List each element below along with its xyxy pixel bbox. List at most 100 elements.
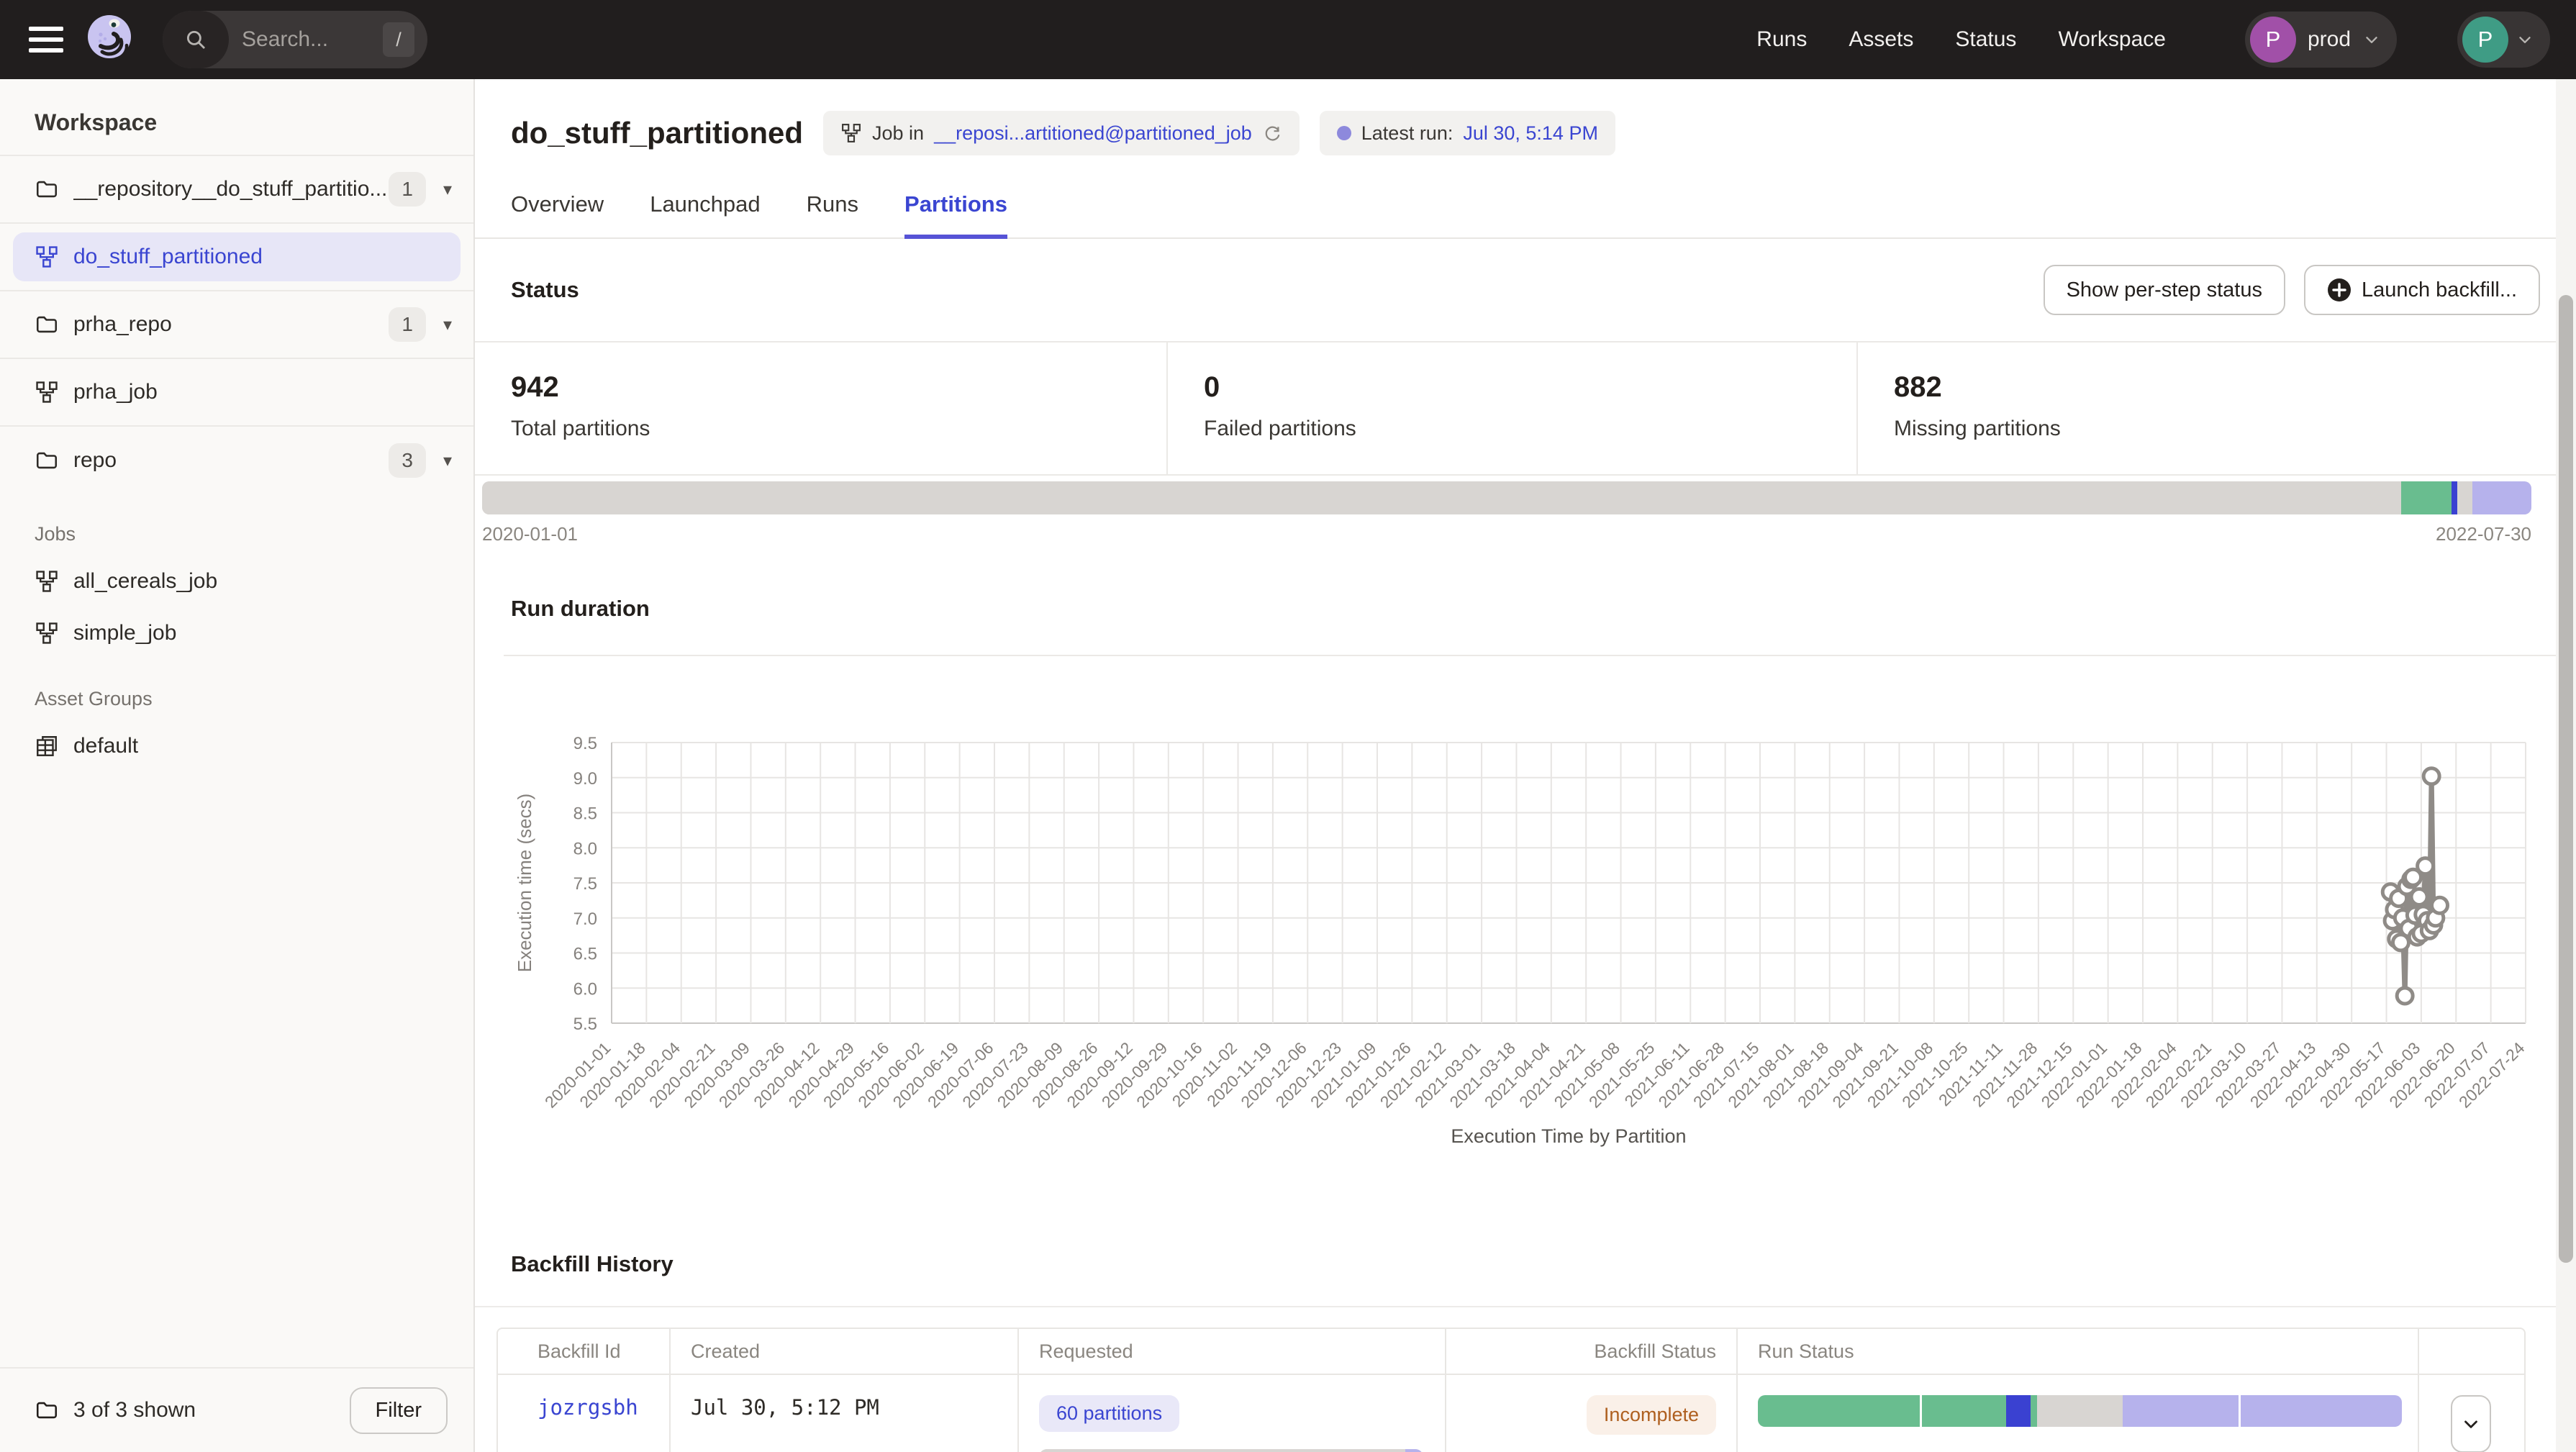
expand-row-button[interactable] bbox=[2451, 1395, 2491, 1452]
vertical-scrollbar[interactable] bbox=[2556, 79, 2576, 1452]
global-search: / bbox=[163, 11, 427, 68]
requested-range-bar bbox=[1039, 1449, 1423, 1452]
sidebar-item-default-group[interactable]: default bbox=[0, 720, 473, 772]
col-backfill-status: Backfill Status bbox=[1446, 1329, 1738, 1374]
col-actions bbox=[2419, 1329, 2524, 1374]
deployment-switcher[interactable]: P prod bbox=[2245, 12, 2397, 68]
chevron-down-icon bbox=[2460, 1413, 2482, 1435]
filter-button[interactable]: Filter bbox=[350, 1387, 448, 1434]
latest-run-link[interactable]: Jul 30, 5:14 PM bbox=[1463, 122, 1598, 145]
top-bar: / Runs Assets Status Workspace P prod P bbox=[0, 0, 2576, 79]
stat-label: Missing partitions bbox=[1894, 417, 2576, 441]
jobs-section-label: Jobs bbox=[0, 494, 473, 555]
sidebar-item-label: prha_job bbox=[73, 380, 158, 404]
caret-down-icon[interactable]: ▾ bbox=[443, 314, 452, 335]
nav-runs[interactable]: Runs bbox=[1756, 27, 1807, 52]
top-nav: Runs Assets Status Workspace P prod P bbox=[1756, 12, 2576, 68]
caret-down-icon[interactable]: ▾ bbox=[443, 179, 452, 200]
run-status-dot bbox=[1337, 126, 1351, 140]
refresh-icon[interactable] bbox=[1262, 123, 1282, 143]
table-row: jozrgsbh Jul 30, 5:12 PM 60 partitions 2… bbox=[498, 1374, 2524, 1452]
item-count-badge: 1 bbox=[389, 307, 426, 342]
launch-backfill-button[interactable]: Launch backfill... bbox=[2304, 265, 2540, 315]
nav-workspace[interactable]: Workspace bbox=[2058, 27, 2166, 52]
backfill-id-link[interactable]: jozrgsbh bbox=[498, 1375, 671, 1452]
stat-failed-partitions: 0 Failed partitions bbox=[1168, 342, 1858, 474]
stat-total-partitions: 942 Total partitions bbox=[475, 342, 1168, 474]
sidebar-item-do-stuff-partitioned[interactable]: do_stuff_partitioned bbox=[13, 232, 461, 281]
user-avatar: P bbox=[2462, 17, 2508, 63]
backfill-history-table: Backfill Id Created Requested Backfill S… bbox=[496, 1328, 2526, 1452]
svg-text:6.0: 6.0 bbox=[573, 979, 597, 999]
show-per-step-status-button[interactable]: Show per-step status bbox=[2044, 265, 2285, 315]
sidebar-item-label: do_stuff_partitioned bbox=[73, 245, 263, 269]
asset-groups-section-label: Asset Groups bbox=[0, 659, 473, 720]
latest-run-label: Latest run: bbox=[1361, 122, 1453, 145]
plus-circle-icon bbox=[2327, 278, 2351, 302]
stat-value: 0 bbox=[1204, 371, 1856, 404]
search-input[interactable] bbox=[229, 27, 383, 52]
svg-text:Execution time (secs): Execution time (secs) bbox=[514, 794, 535, 973]
sidebar-item-all-cereals-job[interactable]: all_cereals_job bbox=[0, 555, 473, 607]
caret-down-icon[interactable]: ▾ bbox=[443, 450, 452, 471]
run-duration-heading: Run duration bbox=[511, 596, 2576, 622]
shown-count: 3 of 3 shown bbox=[73, 1398, 196, 1422]
job-tag-prefix: Job in bbox=[872, 122, 924, 145]
svg-text:Execution Time by Partition: Execution Time by Partition bbox=[1451, 1125, 1686, 1147]
status-section-header: Status Show per-step status Launch backf… bbox=[475, 239, 2576, 315]
tab-partitions[interactable]: Partitions bbox=[904, 191, 1007, 239]
run-status-bar[interactable] bbox=[1758, 1395, 2402, 1427]
stat-value: 882 bbox=[1894, 371, 2576, 404]
workspace-sidebar: Workspace __repository__do_stuff_partiti… bbox=[0, 79, 475, 1452]
user-menu[interactable]: P bbox=[2457, 12, 2550, 68]
svg-text:9.5: 9.5 bbox=[573, 734, 597, 753]
svg-text:7.0: 7.0 bbox=[573, 909, 597, 929]
svg-text:9.0: 9.0 bbox=[573, 769, 597, 789]
nav-assets[interactable]: Assets bbox=[1849, 27, 1913, 52]
item-count-badge: 1 bbox=[389, 172, 426, 207]
sidebar-item-repository[interactable]: __repository__do_stuff_partitio... 1 ▾ bbox=[0, 156, 473, 224]
table-header-row: Backfill Id Created Requested Backfill S… bbox=[498, 1329, 2524, 1374]
sidebar-item-repo[interactable]: repo 3 ▾ bbox=[0, 427, 473, 494]
partition-status-bar[interactable] bbox=[482, 481, 2531, 514]
asset-group-icon bbox=[35, 734, 59, 758]
run-duration-chart-container: 5.56.06.57.07.58.08.59.09.52020-01-01202… bbox=[489, 656, 2576, 1207]
job-tag-link[interactable]: __reposi...artitioned@partitioned_job bbox=[934, 122, 1252, 145]
folder-icon bbox=[35, 448, 59, 473]
hamburger-menu-icon[interactable] bbox=[29, 27, 63, 53]
sidebar-item-prha-job[interactable]: prha_job bbox=[0, 359, 473, 427]
divider bbox=[475, 1306, 2576, 1307]
stat-label: Total partitions bbox=[511, 417, 1166, 441]
job-icon bbox=[35, 245, 59, 269]
requested-partitions-badge[interactable]: 60 partitions bbox=[1039, 1395, 1179, 1432]
sidebar-item-prha-repo[interactable]: prha_repo 1 ▾ bbox=[0, 291, 473, 359]
svg-text:8.5: 8.5 bbox=[573, 804, 597, 824]
svg-text:8.0: 8.0 bbox=[573, 839, 597, 858]
job-tag: Job in __reposi...artitioned@partitioned… bbox=[823, 111, 1300, 155]
sidebar-item-label: all_cereals_job bbox=[73, 569, 217, 594]
tab-overview[interactable]: Overview bbox=[511, 191, 604, 239]
tab-launchpad[interactable]: Launchpad bbox=[650, 191, 760, 239]
scrollbar-thumb[interactable] bbox=[2559, 295, 2573, 1263]
dagster-app: / Runs Assets Status Workspace P prod P … bbox=[0, 0, 2576, 1452]
chevron-down-icon bbox=[2362, 30, 2381, 49]
folder-icon bbox=[35, 177, 59, 201]
backfill-created: Jul 30, 5:12 PM bbox=[671, 1375, 1019, 1452]
sidebar-item-simple-job[interactable]: simple_job bbox=[0, 607, 473, 659]
run-status-cell bbox=[1738, 1375, 2419, 1452]
tab-runs[interactable]: Runs bbox=[807, 191, 858, 239]
row-actions-cell bbox=[2419, 1375, 2524, 1452]
stat-label: Failed partitions bbox=[1204, 417, 1856, 441]
dagster-logo-icon[interactable] bbox=[83, 12, 138, 67]
svg-text:5.5: 5.5 bbox=[573, 1015, 597, 1034]
col-created: Created bbox=[671, 1329, 1019, 1374]
item-count-badge: 3 bbox=[389, 443, 426, 478]
job-icon bbox=[35, 380, 59, 404]
job-tabs: Overview Launchpad Runs Partitions bbox=[475, 191, 2576, 239]
nav-status[interactable]: Status bbox=[1955, 27, 2016, 52]
stat-missing-partitions: 882 Missing partitions bbox=[1858, 342, 2576, 474]
deployment-avatar: P bbox=[2250, 17, 2296, 63]
svg-text:6.5: 6.5 bbox=[573, 945, 597, 964]
deployment-name: prod bbox=[2308, 27, 2351, 52]
svg-text:7.5: 7.5 bbox=[573, 874, 597, 894]
